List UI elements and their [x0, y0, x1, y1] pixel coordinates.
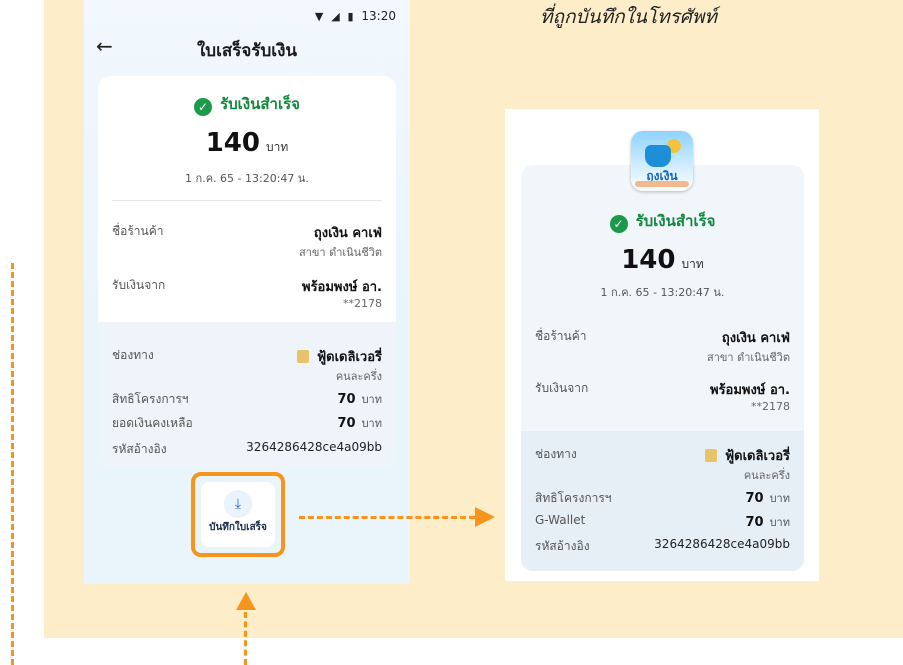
- arrow-right-icon: [475, 507, 495, 527]
- saved-rights-row: สิทธิโครงการฯ 70 บาท: [535, 489, 790, 508]
- saved-check-circle-icon: ✓: [609, 215, 628, 233]
- success-status: ✓ รับเงินสำเร็จ: [98, 92, 396, 116]
- payer-account: **2178: [343, 297, 382, 310]
- reference-label: รหัสอ้างอิง: [112, 442, 167, 456]
- saved-receipt-card: ✓ รับเงินสำเร็จ 140 บาท 1 ก.ค. 65 - 13:20:…: [521, 165, 804, 571]
- balance-row: ยอดเงินคงเหลือ 70 บาท: [112, 414, 382, 433]
- saved-shop-name: ถุงเงิน คาเฟ่: [721, 331, 790, 346]
- channel-label: ช่องทาง: [112, 348, 154, 362]
- rights-row: สิทธิโครงการฯ 70 บาท: [112, 390, 382, 409]
- battery-icon: ▮: [347, 10, 354, 23]
- saved-success-label: รับเงินสำเร็จ: [635, 212, 716, 230]
- saved-rights-value: 70: [745, 491, 764, 506]
- shop-branch: สาขา ดำเนินชีวิต: [299, 246, 382, 259]
- saved-transaction-datetime: 1 ก.ค. 65 - 13:20:47 น.: [600, 286, 725, 299]
- saved-rights-currency: บาท: [769, 492, 790, 505]
- saved-wallet-row: G-Wallet 70 บาท: [535, 513, 790, 530]
- saved-payer-label: รับเงินจาก: [535, 381, 589, 395]
- saved-amount: 140 บาท: [521, 245, 804, 275]
- page-title: ใบเสร็จรับเงิน: [196, 41, 298, 61]
- transaction-datetime: 1 ก.ค. 65 - 13:20:47 น.: [185, 172, 309, 185]
- saved-shop-label: ชื่อร้านค้า: [535, 329, 587, 343]
- channel-sub: คนละครึ่ง: [335, 370, 382, 383]
- hand-icon: [635, 181, 689, 187]
- saved-wallet-currency: บาท: [769, 516, 790, 529]
- payer-row: รับเงินจาก พร้อมพงษ์ อา. **2178: [112, 276, 382, 310]
- saved-payer-account: **2178: [751, 400, 790, 413]
- saved-shop-branch: สาขา ดำเนินชีวิต: [707, 351, 790, 364]
- reference-row: รหัสอ้างอิง 3264286428ce4a09bb: [112, 440, 382, 459]
- payer-name: พร้อมพงษ์ อา.: [302, 280, 382, 295]
- saved-wallet-label: G-Wallet: [535, 513, 586, 527]
- saved-success-status: ✓ รับเงินสำเร็จ: [521, 209, 804, 233]
- right-dashed-line: [299, 516, 475, 519]
- amount: 140 บาท: [98, 128, 396, 158]
- rights-value: 70: [337, 392, 356, 407]
- saved-rights-label: สิทธิโครงการฯ: [535, 491, 612, 505]
- save-receipt-button[interactable]: ⤓ บันทึกใบเสร็จ: [201, 482, 275, 547]
- saved-reference-label: รหัสอ้างอิง: [535, 539, 590, 553]
- shopping-bag-icon: [296, 350, 309, 363]
- success-label: รับเงินสำเร็จ: [220, 95, 300, 113]
- shop-name: ถุงเงิน คาเฟ่: [313, 226, 382, 241]
- rights-label: สิทธิโครงการฯ: [112, 392, 189, 406]
- balance-value: 70: [337, 416, 356, 431]
- saved-shopping-bag-icon: [704, 449, 717, 462]
- left-dashed-line: [11, 263, 14, 665]
- status-bar: ▼ ◢ ▮ 13:20: [315, 9, 396, 23]
- balance-label: ยอดเงินคงเหลือ: [112, 416, 193, 430]
- reference-value: 3264286428ce4a09bb: [246, 440, 382, 454]
- receipt-card: ✓ รับเงินสำเร็จ 140 บาท 1 ก.ค. 65 - 13:20:…: [98, 76, 396, 468]
- shop-label: ชื่อร้านค้า: [112, 224, 164, 238]
- saved-amount-currency: บาท: [681, 257, 704, 271]
- saved-reference-row: รหัสอ้างอิง 3264286428ce4a09bb: [535, 537, 790, 556]
- balance-currency: บาท: [361, 417, 382, 430]
- wifi-icon: ▼: [314, 10, 324, 23]
- up-dashed-line: [244, 612, 247, 665]
- save-receipt-highlight: ⤓ บันทึกใบเสร็จ: [191, 472, 285, 557]
- check-circle-icon: ✓: [194, 98, 213, 116]
- save-receipt-label: บันทึกใบเสร็จ: [209, 522, 267, 533]
- tungngern-app-logo: ถุงเงิน: [631, 131, 693, 191]
- amount-currency: บาท: [266, 140, 289, 154]
- saved-reference-value: 3264286428ce4a09bb: [654, 537, 790, 551]
- shop-row: ชื่อร้านค้า ถุงเงิน คาเฟ่สาขา ดำเนินชีวิ…: [112, 222, 382, 259]
- saved-shop-row: ชื่อร้านค้า ถุงเงิน คาเฟ่สาขา ดำเนินชีวิ…: [535, 327, 790, 364]
- arrow-up-icon: [236, 592, 256, 610]
- status-time: 13:20: [361, 9, 396, 23]
- money-bag-icon: [645, 145, 671, 167]
- channel-name: ฟู้ดเดลิเวอรี่: [316, 350, 382, 365]
- download-icon: ⤓: [224, 490, 252, 518]
- payer-label: รับเงินจาก: [112, 278, 166, 292]
- divider: [112, 200, 382, 201]
- saved-channel-sub: คนละครึ่ง: [743, 469, 790, 482]
- amount-value: 140: [205, 128, 260, 158]
- saved-receipt-image: ✓ รับเงินสำเร็จ 140 บาท 1 ก.ค. 65 - 13:20:…: [505, 109, 819, 581]
- page-heading: ที่ถูกบันทึกในโทรศัพท์: [540, 6, 717, 28]
- saved-payer-name: พร้อมพงษ์ อา.: [710, 383, 790, 398]
- saved-channel-row: ช่องทาง ฟู้ดเดลิเวอรี่คนละครึ่ง: [535, 445, 790, 482]
- channel-row: ช่องทาง ฟู้ดเดลิเวอรี่คนละครึ่ง: [112, 346, 382, 383]
- saved-channel-name: ฟู้ดเดลิเวอรี่: [724, 449, 790, 464]
- rights-currency: บาท: [361, 393, 382, 406]
- saved-wallet-value: 70: [745, 515, 764, 530]
- saved-amount-value: 140: [621, 245, 676, 275]
- saved-payer-row: รับเงินจาก พร้อมพงษ์ อา. **2178: [535, 379, 790, 413]
- signal-icon: ◢: [331, 10, 340, 23]
- saved-channel-label: ช่องทาง: [535, 447, 577, 461]
